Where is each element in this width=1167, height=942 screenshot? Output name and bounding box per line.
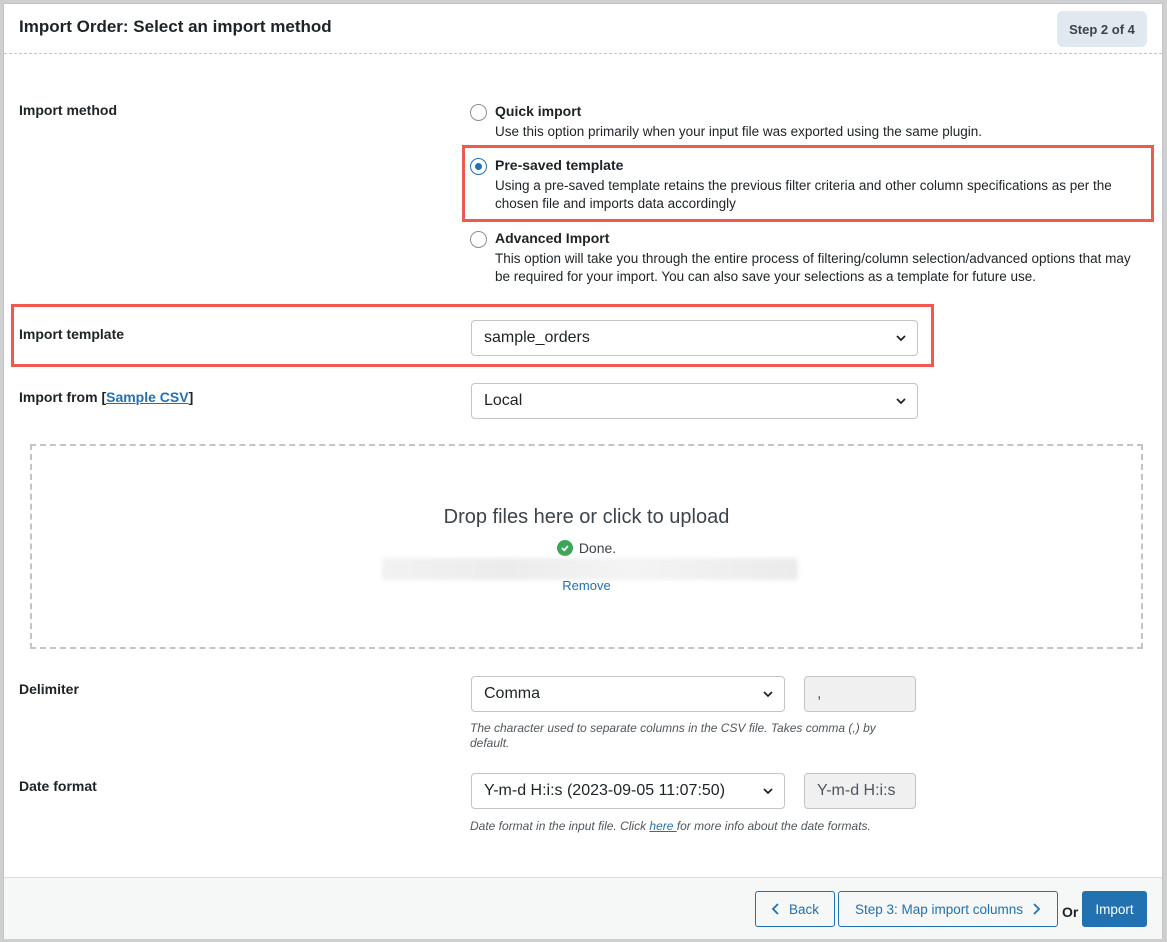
import-from-label: Import from [Sample CSV] [19, 389, 193, 405]
delimiter-label: Delimiter [19, 681, 79, 697]
back-button[interactable]: Back [755, 891, 835, 927]
pre-saved-template-title: Pre-saved template [495, 157, 624, 173]
back-button-label: Back [788, 901, 819, 917]
date-format-help-link[interactable]: here [649, 819, 676, 833]
quick-import-description: Use this option primarily when your inpu… [495, 124, 983, 139]
import-button[interactable]: Import [1082, 891, 1147, 927]
import-method-label: Import method [19, 102, 117, 118]
delimiter-char-field[interactable]: , [804, 676, 916, 712]
quick-import-option[interactable]: Quick import Use this option primarily w… [470, 103, 1150, 144]
wizard-footer: Back Step 3: Map import columns Or Impor… [4, 877, 1162, 939]
or-separator: Or [1062, 904, 1079, 920]
chevron-left-icon [771, 903, 779, 915]
panel-header: Import Order: Select an import method St… [4, 4, 1162, 54]
delimiter-help: The character used to separate columns i… [470, 721, 876, 750]
upload-status: Done. [32, 540, 1141, 556]
chevron-down-icon [763, 788, 773, 795]
chevron-down-icon [763, 691, 773, 698]
pre-saved-template-option[interactable]: Pre-saved template Using a pre-saved tem… [470, 157, 1150, 214]
dropzone-title: Drop files here or click to upload [443, 506, 730, 528]
advanced-import-radio[interactable] [470, 231, 487, 248]
map-columns-button[interactable]: Step 3: Map import columns [838, 891, 1058, 927]
date-format-label: Date format [19, 778, 97, 794]
import-from-prefix: Import from [ [19, 389, 107, 405]
check-circle-icon [556, 540, 573, 556]
delimiter-select[interactable]: Comma [471, 676, 785, 712]
date-format-field[interactable]: Y-m-d H:i:s [804, 773, 916, 809]
file-dropzone[interactable]: Drop files here or click to upload Done.… [30, 444, 1143, 649]
quick-import-radio[interactable] [470, 104, 487, 121]
import-wizard-panel: Import Order: Select an import method St… [3, 3, 1163, 939]
chevron-right-icon [1033, 903, 1041, 915]
sample-csv-link[interactable]: Sample CSV [106, 389, 188, 405]
pre-saved-template-radio[interactable] [470, 158, 487, 175]
pre-saved-template-description: Using a pre-saved template retains the p… [495, 178, 1112, 211]
step-badge: Step 2 of 4 [1057, 11, 1147, 47]
import-from-value: Local [484, 392, 523, 409]
uploaded-file-name-blurred [382, 558, 798, 580]
date-format-value: Y-m-d H:i:s (2023-09-05 11:07:50) [484, 782, 726, 799]
chevron-down-icon [896, 335, 906, 342]
advanced-import-description: This option will take you through the en… [495, 251, 1131, 284]
date-format-select[interactable]: Y-m-d H:i:s (2023-09-05 11:07:50) [471, 773, 785, 809]
advanced-import-title: Advanced Import [495, 230, 610, 246]
page-title: Import Order: Select an import method [19, 17, 332, 36]
upload-status-text: Done. [578, 540, 617, 556]
date-format-help-suffix: for more info about the date formats. [676, 819, 871, 833]
import-template-value: sample_orders [484, 329, 590, 346]
quick-import-title: Quick import [495, 103, 582, 119]
import-from-suffix: ] [188, 389, 194, 405]
map-columns-button-label: Step 3: Map import columns [854, 901, 1024, 917]
chevron-down-icon [896, 398, 906, 405]
remove-file-link[interactable]: Remove [32, 578, 1141, 593]
import-template-label: Import template [19, 326, 125, 342]
date-format-help: Date format in the input file. Click her… [470, 819, 930, 834]
import-template-select[interactable]: sample_orders [471, 320, 918, 356]
import-from-select[interactable]: Local [471, 383, 918, 419]
advanced-import-option[interactable]: Advanced Import This option will take yo… [470, 230, 1150, 287]
delimiter-value: Comma [484, 685, 541, 702]
date-format-help-prefix: Date format in the input file. Click [470, 819, 650, 833]
